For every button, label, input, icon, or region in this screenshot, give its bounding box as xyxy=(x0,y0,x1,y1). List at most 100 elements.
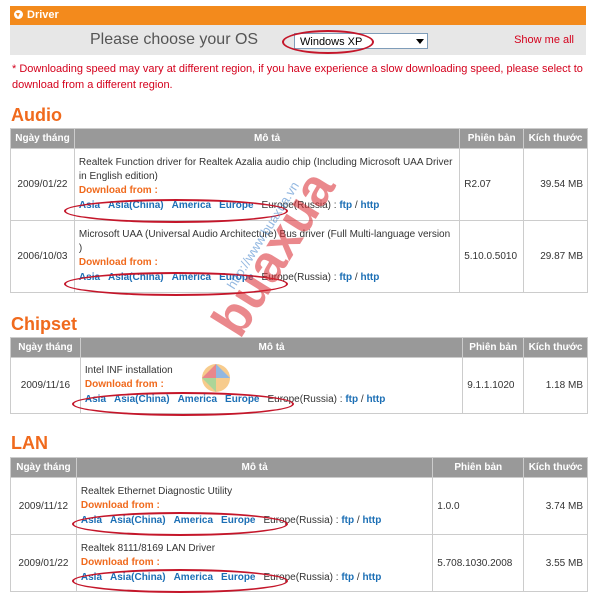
row-size: 39.54 MB xyxy=(523,148,588,221)
mirror-russia-label: Europe(Russia) : xyxy=(267,394,343,405)
mirror-america-link[interactable]: America xyxy=(174,572,213,583)
table-row: 2009/01/22 Realtek Function driver for R… xyxy=(10,148,588,221)
column-header-size: Kích thước xyxy=(523,457,588,478)
row-version: 5.10.0.5010 xyxy=(459,220,525,293)
download-from-label: Download from : xyxy=(80,556,160,568)
mirror-asia-link[interactable]: Asia xyxy=(81,515,102,526)
column-header-desc: Mô tả xyxy=(79,337,464,358)
row-desc: Intel INF installation xyxy=(84,365,173,376)
column-header-size: Kích thước xyxy=(523,337,588,358)
row-size: 29.87 MB xyxy=(523,220,588,293)
download-from-label: Download from : xyxy=(80,499,160,511)
mirror-russia-label: Europe(Russia) : xyxy=(261,272,337,283)
row-desc-cell: Microsoft UAA (Universal Audio Architect… xyxy=(73,220,461,293)
os-label: Please choose your OS xyxy=(90,31,259,48)
mirror-europe-link[interactable]: Europe xyxy=(221,515,255,526)
ftp-link[interactable]: ftp xyxy=(339,200,352,211)
mirror-russia-label: Europe(Russia) : xyxy=(263,571,339,583)
table-row: 2009/11/12 Realtek Ethernet Diagnostic U… xyxy=(10,477,588,535)
collapse-icon[interactable] xyxy=(14,10,23,19)
column-header-desc: Mô tả xyxy=(73,128,461,149)
mirror-asia-china-link[interactable]: Asia(China) xyxy=(108,200,164,211)
section-title-chipset: Chipset xyxy=(11,314,78,334)
column-header-version: Phiên bản xyxy=(462,337,525,358)
os-chooser: Please choose your OS Windows XP Show me… xyxy=(10,25,586,55)
table-row: 2006/10/03 Microsoft UAA (Universal Audi… xyxy=(10,220,588,293)
chipset-table: Ngày tháng Mô tả Phiên bản Kích thước 20… xyxy=(10,337,588,414)
os-selected-value: Windows XP xyxy=(300,36,363,48)
column-header-date: Ngày tháng xyxy=(10,128,75,149)
row-date: 2009/01/22 xyxy=(10,534,77,592)
os-select[interactable]: Windows XP xyxy=(294,33,428,49)
row-version: R2.07 xyxy=(459,148,525,221)
ftp-link[interactable]: ftp xyxy=(341,515,354,526)
row-size: 3.55 MB xyxy=(523,534,588,592)
mirror-europe-link[interactable]: Europe xyxy=(221,572,255,583)
download-note: * Downloading speed may vary at differen… xyxy=(12,63,583,91)
mirror-russia-label: Europe(Russia) : xyxy=(261,200,337,211)
mirror-europe-link[interactable]: Europe xyxy=(219,200,253,211)
mirror-asia-china-link[interactable]: Asia(China) xyxy=(110,515,166,526)
driver-header-title: Driver xyxy=(27,9,59,21)
column-header-date: Ngày tháng xyxy=(10,337,81,358)
mirror-america-link[interactable]: America xyxy=(172,272,211,283)
audio-table: Ngày tháng Mô tả Phiên bản Kích thước 20… xyxy=(10,128,588,293)
mirror-america-link[interactable]: America xyxy=(172,200,211,211)
row-desc-cell: Realtek 8111/8169 LAN Driver Download fr… xyxy=(75,534,434,592)
row-desc: Realtek Ethernet Diagnostic Utility xyxy=(80,485,233,497)
mirror-links: Asia Asia(China) America Europe Europe(Russi… xyxy=(84,394,386,405)
http-link[interactable]: http xyxy=(360,272,379,283)
row-version: 5.708.1030.2008 xyxy=(432,534,525,592)
ftp-link[interactable]: ftp xyxy=(341,572,354,583)
section-title-lan: LAN xyxy=(11,433,48,453)
download-from-label: Download from : xyxy=(78,185,158,196)
mirror-russia-label: Europe(Russia) : xyxy=(263,514,339,526)
ftp-link[interactable]: ftp xyxy=(339,272,352,283)
mirror-links: Asia Asia(China) America Europe Europe(Russi… xyxy=(78,272,380,283)
row-desc: Realtek 8111/8169 LAN Driver xyxy=(80,542,216,554)
row-date: 2009/11/16 xyxy=(10,357,81,414)
http-link[interactable]: http xyxy=(366,394,385,405)
row-date: 2009/11/12 xyxy=(10,477,77,535)
mirror-links: Asia Asia(China) America Europe Europe(Russi… xyxy=(80,571,382,583)
row-desc-cell: Realtek Ethernet Diagnostic Utility Down… xyxy=(75,477,434,535)
row-version: 9.1.1.1020 xyxy=(462,357,525,414)
mirror-links: Asia Asia(China) America Europe Europe(Russi… xyxy=(78,200,380,211)
mirror-europe-link[interactable]: Europe xyxy=(219,272,253,283)
mirror-asia-china-link[interactable]: Asia(China) xyxy=(108,272,164,283)
column-header-desc: Mô tả xyxy=(75,457,434,478)
column-header-version: Phiên bản xyxy=(432,457,525,478)
row-desc-cell: Intel INF installation Download from : A… xyxy=(79,357,464,414)
mirror-europe-link[interactable]: Europe xyxy=(225,394,259,405)
mirror-america-link[interactable]: America xyxy=(178,394,217,405)
download-from-label: Download from : xyxy=(84,379,164,390)
row-version: 1.0.0 xyxy=(432,477,525,535)
http-link[interactable]: http xyxy=(360,200,379,211)
http-link[interactable]: http xyxy=(362,515,381,526)
column-header-version: Phiên bản xyxy=(459,128,525,149)
mirror-america-link[interactable]: America xyxy=(174,515,213,526)
http-link[interactable]: http xyxy=(362,572,381,583)
row-desc-cell: Realtek Function driver for Realtek Azal… xyxy=(73,148,461,221)
mirror-asia-china-link[interactable]: Asia(China) xyxy=(110,572,166,583)
ftp-link[interactable]: ftp xyxy=(345,394,358,405)
row-desc: Realtek Function driver for Realtek Azal… xyxy=(78,157,453,182)
section-title-audio: Audio xyxy=(11,105,62,125)
mirror-asia-link[interactable]: Asia xyxy=(79,272,100,283)
column-header-date: Ngày tháng xyxy=(10,457,77,478)
chevron-down-icon[interactable] xyxy=(416,39,424,44)
download-from-label: Download from : xyxy=(78,257,158,268)
mirror-asia-link[interactable]: Asia xyxy=(79,200,100,211)
mirror-asia-link[interactable]: Asia xyxy=(81,572,102,583)
row-date: 2006/10/03 xyxy=(10,220,75,293)
show-all-link[interactable]: Show me all xyxy=(514,34,574,46)
row-date: 2009/01/22 xyxy=(10,148,75,221)
mirror-asia-china-link[interactable]: Asia(China) xyxy=(114,394,170,405)
table-row: 2009/01/22 Realtek 8111/8169 LAN Driver … xyxy=(10,534,588,592)
driver-header[interactable]: Driver xyxy=(10,6,586,25)
mirror-asia-link[interactable]: Asia xyxy=(85,394,106,405)
lan-table: Ngày tháng Mô tả Phiên bản Kích thước 20… xyxy=(10,457,588,592)
column-header-size: Kích thước xyxy=(523,128,588,149)
row-size: 3.74 MB xyxy=(523,477,588,535)
mirror-links: Asia Asia(China) America Europe Europe(Russi… xyxy=(80,514,382,526)
